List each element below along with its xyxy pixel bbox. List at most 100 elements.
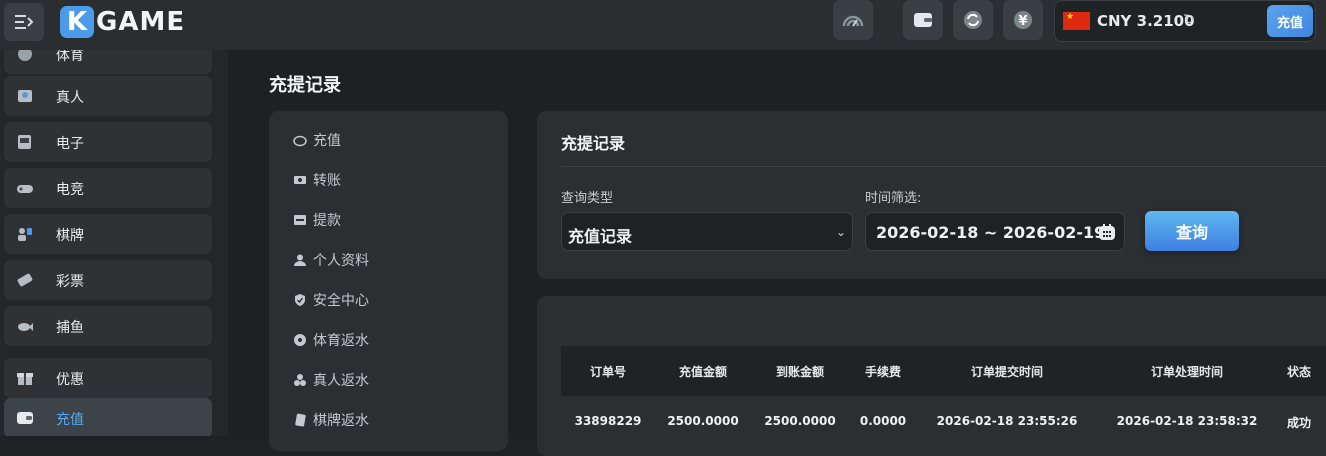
time-filter-label: 时间筛选:	[865, 191, 922, 206]
piggy-icon	[293, 135, 307, 147]
column-header: 订单号	[589, 365, 627, 379]
sidebar-item-label: 优惠	[56, 372, 84, 388]
query-type-label: 查询类型	[561, 191, 614, 206]
recharge-button[interactable]: 充值	[1267, 5, 1313, 37]
menu-item-security[interactable]: 安全中心	[293, 289, 369, 311]
records-table: 订单号 充值金额 到账金额 手续费 订单提交时间 订单处理时间 状态 33898…	[537, 296, 1326, 456]
yuan-icon: ¥	[1014, 11, 1032, 29]
sidebar-item-label: 棋牌	[56, 228, 84, 244]
sidebar-item-label: 充值	[56, 412, 84, 428]
sidebar: 体育 真人 电子 电竞 棋牌 彩票 捕鱼 优惠 充值	[0, 50, 228, 436]
menu-item-profile[interactable]: 个人资料	[293, 249, 369, 271]
menu-item-label: 棋牌返水	[313, 413, 369, 429]
menu-item-transfer[interactable]: 转账	[293, 169, 341, 191]
sidebar-item-label: 电竞	[56, 182, 84, 198]
column-header: 到账金额	[775, 365, 825, 379]
chevron-down-icon: ⌄	[835, 225, 846, 239]
sidebar-item-label: 真人	[56, 90, 84, 106]
gift-icon	[17, 373, 33, 385]
main-content: 充提记录 充值 转账 提款 个人资料 安全中心 体育返水 真人返水 棋牌返水 充…	[228, 50, 1326, 456]
cell-fee: 0.0000	[859, 414, 907, 428]
soccer-icon	[294, 334, 306, 346]
menu-item-sports-rebate[interactable]: 体育返水	[293, 329, 369, 351]
cell-status: 成功	[1286, 416, 1312, 430]
menu-icon	[15, 15, 34, 29]
query-type-select[interactable]: 充值记录 ⌄	[561, 212, 853, 251]
balance-refresh-icon[interactable]: ↻	[1183, 12, 1195, 28]
filter-card: 充提记录 查询类型 时间筛选: 充值记录 ⌄ 2026-02-18 ~ 2026…	[537, 111, 1326, 279]
sidebar-item-promotions[interactable]: 优惠	[4, 358, 212, 398]
shield-icon	[295, 294, 305, 306]
sidebar-item-cards[interactable]: 棋牌	[4, 214, 212, 254]
menu-item-deposit[interactable]: 充值	[293, 129, 341, 151]
sidebar-item-live[interactable]: 真人	[4, 76, 212, 116]
lottery-icon	[17, 273, 33, 287]
live-dealer-icon	[18, 90, 32, 102]
sidebar-item-label: 捕鱼	[56, 320, 84, 336]
poker-icon	[295, 413, 306, 427]
brand-logo[interactable]: K GAME	[60, 6, 185, 38]
gamepad-icon	[17, 185, 33, 193]
menu-toggle-button[interactable]	[4, 3, 44, 41]
sidebar-item-fishing[interactable]: 捕鱼	[4, 306, 212, 346]
china-flag-icon: ★	[1063, 12, 1090, 30]
logo-text: GAME	[96, 7, 186, 37]
currency-button[interactable]: ¥	[1003, 0, 1043, 40]
filter-title: 充提记录	[561, 134, 626, 153]
sidebar-item-label: 电子	[56, 136, 84, 152]
calendar-icon	[1099, 224, 1115, 240]
sidebar-item-sports[interactable]: 体育	[4, 50, 212, 74]
top-bar: K GAME ¥ ★ CNY 3.2100 ↻ 充值	[0, 0, 1326, 50]
sports-icon	[18, 50, 32, 61]
transfer-icon	[294, 176, 306, 184]
wallet-icon	[914, 13, 932, 27]
menu-item-live-rebate[interactable]: 真人返水	[293, 369, 369, 391]
menu-item-label: 真人返水	[313, 373, 369, 389]
cards-icon	[18, 228, 32, 241]
chips-icon	[294, 374, 306, 386]
query-type-value: 充值记录	[568, 227, 633, 246]
menu-item-cards-rebate[interactable]: 棋牌返水	[293, 409, 369, 431]
sidebar-item-lottery[interactable]: 彩票	[4, 260, 212, 300]
logo-letter: K	[60, 6, 94, 38]
column-header: 手续费	[864, 365, 902, 379]
signal-icon	[842, 15, 864, 27]
sidebar-item-slots[interactable]: 电子	[4, 122, 212, 162]
menu-item-withdraw[interactable]: 提款	[293, 209, 341, 231]
menu-item-label: 安全中心	[313, 293, 369, 309]
column-header: 状态	[1286, 365, 1312, 379]
query-button[interactable]: 查询	[1145, 211, 1239, 251]
balance-amount: CNY 3.2100	[1097, 12, 1195, 30]
divider	[561, 166, 1326, 167]
wallet-button[interactable]	[903, 0, 943, 40]
deposit-icon	[17, 412, 33, 424]
menu-item-label: 提款	[313, 213, 341, 229]
menu-item-label: 转账	[313, 173, 341, 189]
sidebar-item-deposit[interactable]: 充值	[4, 398, 212, 436]
refresh-icon	[964, 11, 982, 29]
user-icon	[294, 254, 306, 266]
account-menu: 充值 转账 提款 个人资料 安全中心 体育返水 真人返水 棋牌返水	[269, 111, 508, 451]
page-title: 充提记录	[269, 75, 341, 96]
column-header: 充值金额	[678, 365, 728, 379]
sidebar-item-esports[interactable]: 电竞	[4, 168, 212, 208]
cell-order-id: 33898229	[574, 414, 642, 428]
cell-process-time: 2026-02-18 23:58:32	[1116, 414, 1258, 428]
column-header: 订单处理时间	[1150, 365, 1224, 379]
cell-received-amount: 2500.0000	[764, 414, 836, 428]
column-header: 订单提交时间	[970, 365, 1044, 379]
menu-item-label: 充值	[313, 133, 341, 149]
sync-button[interactable]	[953, 0, 993, 40]
menu-item-label: 体育返水	[313, 333, 369, 349]
menu-item-label: 个人资料	[313, 253, 369, 269]
signal-button[interactable]	[833, 0, 873, 40]
date-range-value: 2026-02-18 ~ 2026-02-19	[876, 223, 1106, 242]
cell-deposit-amount: 2500.0000	[667, 414, 739, 428]
cell-submit-time: 2026-02-18 23:55:26	[936, 414, 1078, 428]
withdraw-icon	[294, 215, 306, 225]
slot-machine-icon	[18, 135, 31, 149]
wallet-balance: ★ CNY 3.2100 ↻ 充值	[1054, 0, 1316, 42]
date-range-input[interactable]: 2026-02-18 ~ 2026-02-19	[865, 212, 1125, 251]
sidebar-item-label: 彩票	[56, 274, 84, 290]
sidebar-item-label: 体育	[56, 50, 84, 64]
